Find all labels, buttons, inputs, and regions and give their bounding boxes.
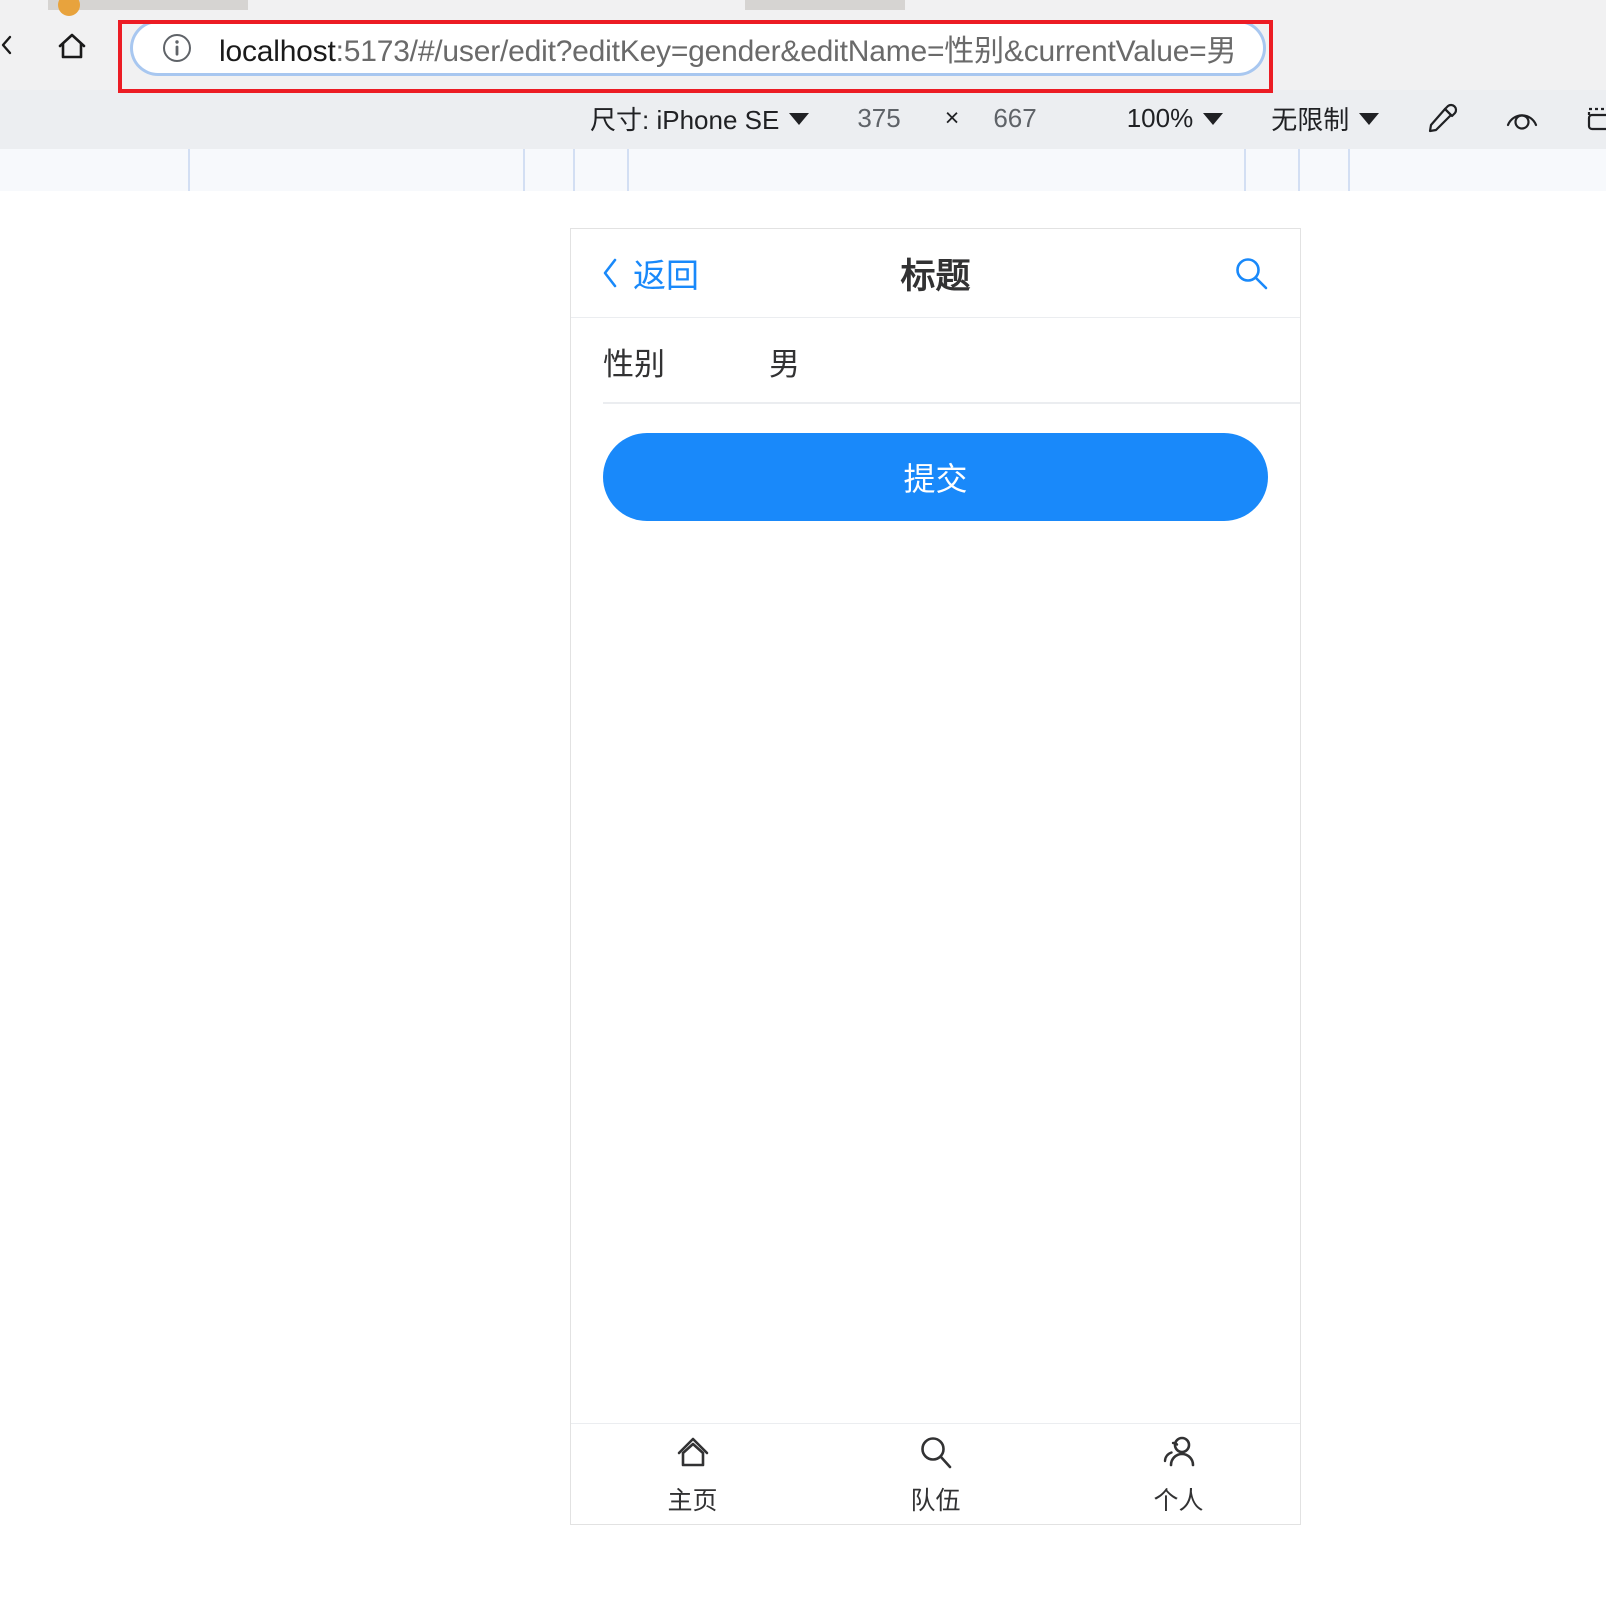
device-toolbar-icons xyxy=(1423,100,1606,138)
tab-label-team: 队伍 xyxy=(910,1487,961,1515)
chevron-down-icon xyxy=(789,112,810,125)
eyedropper-icon[interactable] xyxy=(1423,100,1461,138)
dimension-separator: × xyxy=(944,104,960,132)
throttling-label: 无限制 xyxy=(1271,105,1350,135)
address-bar[interactable]: localhost:5173/#/user/edit?editKey=gende… xyxy=(133,23,1263,73)
chevron-down-icon xyxy=(1203,112,1224,125)
device-height-input[interactable]: 667 xyxy=(993,103,1036,134)
search-icon[interactable] xyxy=(1232,254,1270,292)
ruler-tick xyxy=(1298,149,1300,191)
ruler-tick xyxy=(523,149,525,191)
address-bar-text: localhost:5173/#/user/edit?editKey=gende… xyxy=(219,26,1236,70)
tab-favicon xyxy=(58,0,80,16)
gender-field-value[interactable]: 男 xyxy=(769,339,800,384)
tab-label-profile: 个人 xyxy=(1153,1487,1204,1515)
tab-label-home: 主页 xyxy=(667,1487,718,1515)
gender-field-label: 性别 xyxy=(603,346,665,382)
ruler-tick xyxy=(188,149,190,191)
field-divider xyxy=(603,402,1300,404)
home-icon xyxy=(677,1437,708,1467)
zoom-selector[interactable]: 100% xyxy=(1127,103,1224,134)
throttling-selector[interactable]: 无限制 xyxy=(1271,100,1380,137)
submit-button[interactable]: 提交 xyxy=(603,433,1268,521)
ruler-tick xyxy=(1348,149,1350,191)
device-width-input[interactable]: 375 xyxy=(857,103,900,134)
users-icon xyxy=(1163,1436,1194,1467)
eye-icon[interactable] xyxy=(1503,100,1541,138)
device-size-selector[interactable]: 尺寸: iPhone SE xyxy=(590,100,810,137)
device-viewport: 返回 标题 性别 男 提交 主页 队伍 个人 xyxy=(570,228,1301,1525)
browser-back-icon[interactable] xyxy=(0,30,18,60)
tab-item-home[interactable]: 主页 xyxy=(571,1424,814,1524)
ruler-tick xyxy=(573,149,575,191)
device-ruler xyxy=(0,147,1606,191)
gender-field-row[interactable]: 性别 男 xyxy=(571,318,1300,404)
app-navbar: 返回 标题 xyxy=(571,229,1300,318)
zoom-level-label: 100% xyxy=(1126,103,1194,133)
info-circle-icon[interactable] xyxy=(161,32,193,64)
search-icon xyxy=(920,1437,951,1469)
rotate-device-icon[interactable] xyxy=(1583,100,1606,138)
tab-item-profile[interactable]: 个人 xyxy=(1057,1424,1300,1524)
bottom-tabbar: 主页 队伍 个人 xyxy=(571,1423,1300,1524)
ruler-tick xyxy=(1244,149,1246,191)
browser-tab-stub-secondary[interactable] xyxy=(745,0,905,10)
page-title: 标题 xyxy=(900,256,971,296)
chevron-down-icon xyxy=(1359,112,1380,125)
url-host: localhost xyxy=(219,35,336,68)
device-emulation-toolbar: 尺寸: iPhone SE 375 × 667 100% 无限制 xyxy=(0,90,1606,147)
url-path: :5173/#/user/edit?editKey=gender&editNam… xyxy=(335,35,1237,68)
home-icon[interactable] xyxy=(52,26,92,66)
ruler-tick xyxy=(627,149,629,191)
device-size-label: 尺寸: iPhone SE xyxy=(590,105,780,135)
submit-button-container: 提交 xyxy=(571,404,1300,521)
tab-item-team[interactable]: 队伍 xyxy=(814,1424,1057,1524)
